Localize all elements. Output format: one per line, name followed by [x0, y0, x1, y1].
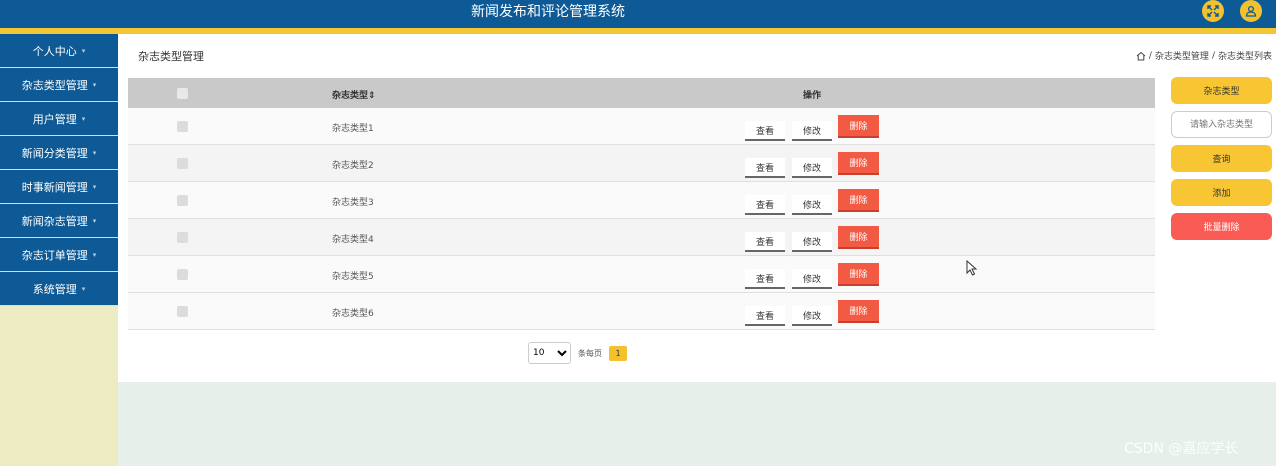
row-checkbox[interactable]: [177, 121, 188, 132]
sort-icon[interactable]: ⇕: [368, 91, 376, 101]
table-row: 杂志类型2 查看 修改 删除: [128, 145, 1155, 182]
chevron-down-icon: ▾: [92, 80, 97, 89]
view-button[interactable]: 查看: [745, 195, 785, 215]
home-icon[interactable]: [1136, 51, 1146, 61]
query-button[interactable]: 查询: [1171, 145, 1272, 172]
row-checkbox[interactable]: [177, 306, 188, 317]
sidebar-item-magazine-orders[interactable]: 杂志订单管理 ▾: [0, 238, 118, 272]
page-size-select[interactable]: 10: [528, 342, 571, 364]
magazine-type-table: 杂志类型⇕ 操作 杂志类型1 查看 修改 删除 杂志类型2 查看 修改 删除 杂…: [128, 78, 1155, 330]
breadcrumb-item-magazine-type[interactable]: 杂志类型管理: [1155, 49, 1209, 62]
sidebar-item-label: 用户管理: [32, 112, 77, 126]
edit-button[interactable]: 修改: [792, 232, 832, 252]
delete-button[interactable]: 删除: [838, 115, 879, 138]
cell-magazine-type: 杂志类型5: [332, 272, 374, 282]
view-button[interactable]: 查看: [745, 121, 785, 141]
delete-button[interactable]: 删除: [838, 226, 879, 249]
app-header: 新闻发布和评论管理系统: [0, 0, 1276, 28]
breadcrumb-separator: /: [1211, 50, 1215, 61]
cell-magazine-type: 杂志类型4: [332, 235, 374, 245]
column-header-name[interactable]: 杂志类型⇕: [332, 88, 376, 101]
sidebar-item-news-magazine[interactable]: 新闻杂志管理 ▾: [0, 204, 118, 238]
sidebar: 个人中心 ▾ 杂志类型管理 ▾ 用户管理 ▾ 新闻分类管理 ▾ 时事新闻管理 ▾ 新闻杂志…: [0, 34, 118, 466]
batch-delete-button[interactable]: 批量删除: [1171, 213, 1272, 240]
per-page-label: 条每页: [578, 348, 602, 358]
row-checkbox[interactable]: [177, 269, 188, 280]
delete-button[interactable]: 删除: [838, 152, 879, 175]
delete-button[interactable]: 删除: [838, 189, 879, 212]
cell-magazine-type: 杂志类型3: [332, 198, 374, 208]
sidebar-item-label: 个人中心: [32, 44, 77, 58]
sidebar-item-label: 新闻分类管理: [21, 146, 88, 160]
table-row: 杂志类型4 查看 修改 删除: [128, 219, 1155, 256]
breadcrumb-separator: /: [1148, 50, 1152, 61]
table-row: 杂志类型6 查看 修改 删除: [128, 293, 1155, 330]
add-button[interactable]: 添加: [1171, 179, 1272, 206]
sidebar-item-news-category[interactable]: 新闻分类管理 ▾: [0, 136, 118, 170]
table-row: 杂志类型3 查看 修改 删除: [128, 182, 1155, 219]
magazine-type-search-input[interactable]: [1171, 111, 1272, 138]
sidebar-item-label: 系统管理: [32, 282, 77, 296]
watermark: CSDN @嘉应学长: [1124, 441, 1239, 457]
sidebar-item-personal-center[interactable]: 个人中心 ▾: [0, 34, 118, 68]
page-title: 杂志类型管理: [138, 50, 204, 63]
mouse-cursor-icon: [966, 260, 978, 276]
sidebar-item-magazine-type[interactable]: 杂志类型管理 ▾: [0, 68, 118, 102]
fullscreen-button[interactable]: [1202, 0, 1224, 22]
search-panel: 杂志类型 查询 添加 批量删除: [1171, 77, 1272, 247]
table-header: 杂志类型⇕ 操作: [128, 78, 1155, 108]
edit-button[interactable]: 修改: [792, 269, 832, 289]
chevron-down-icon: ▾: [92, 216, 97, 225]
row-checkbox[interactable]: [177, 158, 188, 169]
sidebar-item-label: 时事新闻管理: [21, 180, 88, 194]
view-button[interactable]: 查看: [745, 269, 785, 289]
main-content: 杂志类型管理 / 杂志类型管理 / 杂志类型列表 杂志类型⇕ 操作 杂志类型1 …: [118, 34, 1276, 382]
cell-magazine-type: 杂志类型6: [332, 309, 374, 319]
edit-button[interactable]: 修改: [792, 306, 832, 326]
table-row: 杂志类型1 查看 修改 删除: [128, 108, 1155, 145]
sidebar-item-label: 杂志类型管理: [21, 78, 88, 92]
chevron-down-icon: ▾: [81, 46, 86, 55]
chevron-down-icon: ▾: [92, 148, 97, 157]
table-row: 杂志类型5 查看 修改 删除: [128, 256, 1155, 293]
cell-magazine-type: 杂志类型2: [332, 161, 374, 171]
column-header-ops: 操作: [803, 91, 822, 101]
sidebar-item-system[interactable]: 系统管理 ▾: [0, 272, 118, 306]
edit-button[interactable]: 修改: [792, 121, 832, 141]
cell-magazine-type: 杂志类型1: [332, 124, 374, 134]
view-button[interactable]: 查看: [745, 158, 785, 178]
delete-button[interactable]: 删除: [838, 263, 879, 286]
user-icon: [1245, 5, 1257, 17]
row-checkbox[interactable]: [177, 232, 188, 243]
delete-button[interactable]: 删除: [838, 300, 879, 323]
expand-icon: [1207, 5, 1219, 17]
edit-button[interactable]: 修改: [792, 195, 832, 215]
chevron-down-icon: ▾: [81, 114, 86, 123]
page-number-current[interactable]: 1: [609, 345, 627, 361]
row-checkbox[interactable]: [177, 195, 188, 206]
magazine-type-filter-label[interactable]: 杂志类型: [1171, 77, 1272, 104]
view-button[interactable]: 查看: [745, 232, 785, 252]
view-button[interactable]: 查看: [745, 306, 785, 326]
select-all-checkbox[interactable]: [177, 88, 188, 99]
pagination: 10 条每页 1: [528, 342, 627, 364]
chevron-down-icon: ▾: [92, 250, 97, 259]
chevron-down-icon: ▾: [92, 182, 97, 191]
sidebar-item-users[interactable]: 用户管理 ▾: [0, 102, 118, 136]
breadcrumb: / 杂志类型管理 / 杂志类型列表: [1136, 49, 1272, 62]
app-title: 新闻发布和评论管理系统: [471, 4, 625, 20]
sidebar-item-current-news[interactable]: 时事新闻管理 ▾: [0, 170, 118, 204]
chevron-down-icon: ▾: [81, 284, 86, 293]
sidebar-item-label: 新闻杂志管理: [21, 214, 88, 228]
user-menu-button[interactable]: [1240, 0, 1262, 22]
edit-button[interactable]: 修改: [792, 158, 832, 178]
breadcrumb-item-list: 杂志类型列表: [1217, 52, 1272, 62]
sidebar-item-label: 杂志订单管理: [21, 248, 88, 262]
